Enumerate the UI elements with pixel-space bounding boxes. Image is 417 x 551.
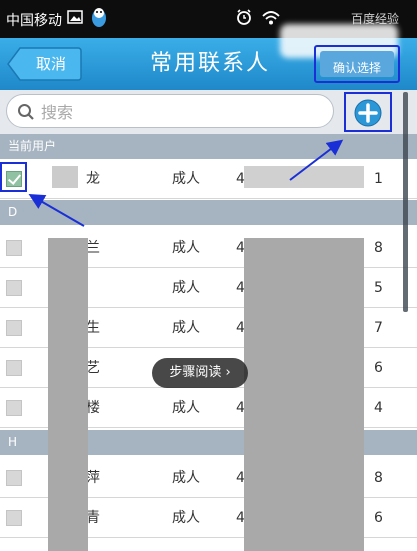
contact-id-end: 5 xyxy=(374,280,383,296)
contact-name: 兰 xyxy=(86,240,100,256)
contact-type: 成人 xyxy=(172,470,200,486)
page-title: 常用联系人 xyxy=(149,51,270,76)
contact-id-end: 4 xyxy=(374,400,383,416)
row-checkbox[interactable] xyxy=(6,510,22,526)
contact-id-end: 1 xyxy=(374,171,383,187)
row-checkbox[interactable] xyxy=(6,240,22,256)
redaction-ids-column xyxy=(244,238,364,551)
carrier-name: 中国移动 xyxy=(6,13,62,29)
confirm-label: 确认选择 xyxy=(332,61,381,75)
scrollbar[interactable] xyxy=(403,92,408,312)
contact-type: 成人 xyxy=(172,240,200,256)
contact-id-end: 8 xyxy=(374,240,383,256)
redaction-name-current xyxy=(52,166,78,188)
contact-type: 成人 xyxy=(172,510,200,526)
contact-name: 生 xyxy=(86,320,100,336)
qq-penguin-icon xyxy=(90,6,108,32)
contact-name: 龙 xyxy=(86,171,100,187)
contact-type: 成人 xyxy=(172,320,200,336)
contact-id-end: 6 xyxy=(374,510,383,526)
contact-id-end: 7 xyxy=(374,320,383,336)
contact-type: 成人 xyxy=(172,400,200,416)
add-contact-highlight xyxy=(344,92,392,132)
contact-name: 艺 xyxy=(86,360,100,376)
contact-id-end: 6 xyxy=(374,360,383,376)
contact-type: 成人 xyxy=(172,280,200,296)
toast-label: 步骤阅读 xyxy=(169,365,222,380)
wifi-icon xyxy=(262,10,280,30)
cancel-label: 取消 xyxy=(35,55,66,73)
contact-name: 楼 xyxy=(86,400,100,416)
contact-name: 青 xyxy=(86,510,100,526)
contact-id-end: 8 xyxy=(374,470,383,486)
cancel-button[interactable]: 取消 xyxy=(6,46,82,82)
image-notification-icon xyxy=(67,9,83,28)
search-icon xyxy=(17,103,35,125)
contact-name: 萍 xyxy=(86,470,100,486)
chevron-right-icon: › xyxy=(225,365,231,380)
search-box[interactable] xyxy=(6,94,334,128)
section-header-d: D xyxy=(0,200,417,225)
row-checkbox[interactable] xyxy=(6,400,22,416)
row-checkbox[interactable] xyxy=(6,470,22,486)
row-checkbox[interactable] xyxy=(6,360,22,376)
step-reading-toast[interactable]: 步骤阅读 › xyxy=(152,358,248,388)
search-input[interactable] xyxy=(41,100,321,124)
confirm-selection-button[interactable]: 确认选择 xyxy=(314,45,400,83)
contact-type: 成人 xyxy=(172,171,200,187)
row-checkbox[interactable] xyxy=(6,280,22,296)
checkbox-highlight xyxy=(0,162,27,192)
section-header-current-user: 当前用户 xyxy=(0,134,417,159)
redaction-names-column xyxy=(48,238,88,551)
row-checkbox[interactable] xyxy=(6,320,22,336)
redaction-id-current xyxy=(244,166,364,188)
confirm-button-face: 确认选择 xyxy=(320,51,394,77)
add-contact-icon[interactable] xyxy=(354,99,382,131)
alarm-icon xyxy=(236,8,252,30)
search-row xyxy=(0,90,417,134)
